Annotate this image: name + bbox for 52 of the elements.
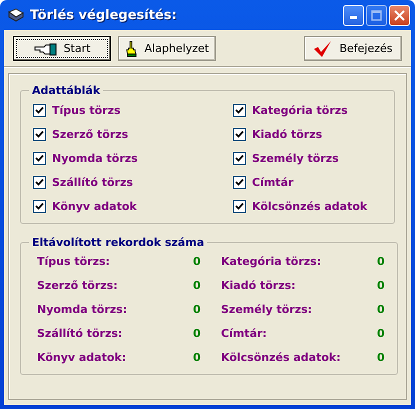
count-label: Személy törzs: (221, 303, 314, 316)
checkbox[interactable] (33, 104, 46, 116)
count-label: Nyomda törzs: (37, 303, 128, 316)
checkbox-label: Könyv adatok (52, 200, 137, 212)
checkbox-label: Kiadó törzs (252, 128, 322, 140)
start-button[interactable]: Start (13, 36, 111, 61)
checkbox-label: Szerző törzs (52, 128, 128, 140)
checkbox-label: Személy törzs (252, 152, 339, 164)
checkbox-label: Nyomda törzs (52, 152, 138, 164)
checkbox[interactable] (233, 152, 246, 164)
checkbox-label: Címtár (252, 176, 294, 188)
count-value: 0 (193, 326, 202, 342)
checkbox[interactable] (233, 200, 246, 212)
close-button[interactable] (389, 4, 410, 26)
count-label: Kölcsönzés adatok: (221, 351, 342, 364)
count-value: 0 (377, 254, 385, 270)
count-value: 0 (193, 254, 202, 270)
checkbox[interactable] (233, 104, 246, 116)
reset-button[interactable]: Alaphelyzet (118, 36, 216, 61)
maximize-icon (371, 10, 382, 20)
count-label: Kategória törzs: (221, 255, 322, 268)
count-value: 0 (377, 350, 385, 366)
count-value: 0 (193, 278, 202, 294)
checkbox[interactable] (233, 128, 246, 140)
checkbox[interactable] (233, 176, 246, 188)
count-label: Szerző törzs: (37, 279, 119, 292)
count-label: Kiadó törzs: (221, 279, 297, 292)
checkbox-label: Kölcsönzés adatok (252, 200, 368, 212)
count-label: Címtár: (221, 327, 268, 340)
count-value: 0 (193, 350, 202, 366)
count-value: 0 (377, 326, 385, 342)
checkbox[interactable] (33, 200, 46, 212)
group-title: Eltávolított rekordok száma (31, 236, 206, 249)
close-icon (394, 10, 405, 20)
group-title: Adattáblák (31, 84, 102, 97)
window-title: Törlés véglegesítés: (30, 8, 178, 22)
finish-button[interactable]: Befejezés (304, 36, 402, 61)
count-value: 0 (193, 302, 202, 318)
maximize-button[interactable] (366, 4, 387, 26)
checkbox-label: Szállító törzs (52, 176, 133, 188)
checkmark-icon (313, 40, 334, 58)
checkbox[interactable] (33, 176, 46, 188)
checkbox-label: Típus törzs (52, 104, 121, 116)
count-label: Szállító törzs: (37, 327, 124, 340)
count-value: 0 (377, 302, 385, 318)
checkbox[interactable] (33, 128, 46, 140)
checkbox[interactable] (33, 152, 46, 164)
count-label: Könyv adatok: (37, 351, 128, 364)
count-label: Típus törzs: (37, 255, 111, 268)
checkbox-label: Kategória törzs (252, 104, 348, 116)
count-value: 0 (377, 278, 385, 294)
minimize-button[interactable] (343, 4, 364, 26)
